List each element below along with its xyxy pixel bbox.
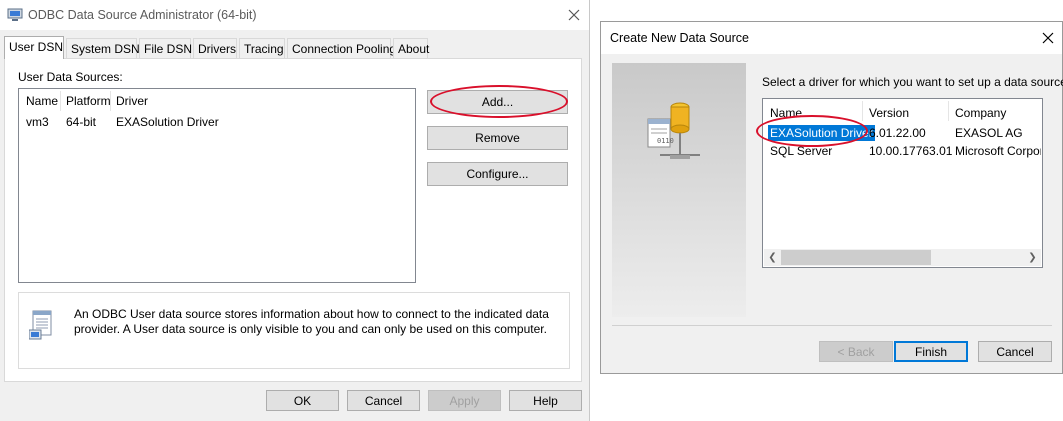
row-version: 10.00.17763.01 [869,144,953,158]
column-header-version[interactable]: Version [869,106,909,120]
close-icon[interactable] [1040,30,1056,46]
column-divider[interactable] [948,101,949,121]
column-header-name[interactable]: Name [770,106,802,120]
tab-drivers[interactable]: Drivers [193,38,237,58]
odbc-titlebar: ODBC Data Source Administrator (64-bit) [0,0,589,30]
list-item[interactable]: SQL Server 10.00.17763.01 Microsoft Corp… [764,143,1043,160]
data-source-icon [28,310,55,343]
finish-button-label: Finish [914,344,947,359]
create-titlebar: Create New Data Source [601,22,1062,54]
close-icon[interactable] [566,7,582,23]
column-divider[interactable] [60,91,61,111]
column-header-company[interactable]: Company [955,106,1006,120]
configure-button-label: Configure... [466,167,529,181]
driver-list[interactable]: Name Version Company EXASolution Driver … [762,98,1043,268]
scrollbar-thumb[interactable] [781,250,931,265]
list-item[interactable]: vm3 64-bit EXASolution Driver [20,114,414,131]
select-driver-prompt: Select a driver for which you want to se… [762,75,1063,89]
odbc-administrator-window: ODBC Data Source Administrator (64-bit) … [0,0,590,421]
tab-file-dsn[interactable]: File DSN [139,38,193,58]
info-text: An ODBC User data source stores informat… [74,307,549,336]
database-wizard-icon: 0110 [646,99,702,166]
row-version: 6.01.22.00 [869,126,926,140]
list-item[interactable]: EXASolution Driver 6.01.22.00 EXASOL AG [764,125,1043,142]
svg-text:0110: 0110 [657,137,674,145]
info-box: An ODBC User data source stores informat… [18,292,570,369]
row-company: EXASOL AG [955,126,1023,140]
apply-button-label: Apply [449,393,480,408]
tab-about[interactable]: About [393,38,430,58]
user-data-sources-label: User Data Sources: [18,70,123,84]
horizontal-scrollbar[interactable]: ❮ ❯ [764,249,1041,266]
tab-system-dsn[interactable]: System DSN [66,38,140,58]
odbc-window-title: ODBC Data Source Administrator (64-bit) [28,8,257,22]
row-platform: 64-bit [66,115,97,129]
separator [612,325,1052,326]
add-button-label: Add... [481,95,514,109]
cancel-button-label: Cancel [364,393,403,408]
create-window-title: Create New Data Source [610,31,749,45]
column-header-platform[interactable]: Platform [66,94,111,108]
help-button-label: Help [533,393,558,408]
back-button[interactable]: < Back [819,341,893,362]
configure-button[interactable]: Configure... [427,162,568,186]
column-header-driver[interactable]: Driver [116,94,148,108]
scroll-right-icon[interactable]: ❯ [1025,250,1040,265]
help-button[interactable]: Help [509,390,582,411]
tab-tracing[interactable]: Tracing [239,38,285,58]
add-button[interactable]: Add... [427,90,568,114]
tab-label: File DSN [144,42,193,56]
remove-button[interactable]: Remove [427,126,568,150]
create-new-data-source-window: Create New Data Source 0110 Select a dri… [600,21,1063,374]
wizard-side-panel: 0110 [612,63,746,317]
user-data-sources-list[interactable]: Name Platform Driver vm3 64-bit EXASolut… [18,88,416,283]
user-dsn-panel: User Data Sources: Name Platform Driver … [4,58,582,382]
ok-button[interactable]: OK [266,390,339,411]
cancel-button[interactable]: Cancel [978,341,1052,362]
row-name: SQL Server [770,144,833,158]
tab-label: About [398,42,430,56]
column-divider[interactable] [110,91,111,111]
tab-label: Connection Pooling [292,42,397,56]
row-name: vm3 [26,115,49,129]
finish-button[interactable]: Finish [894,341,968,362]
tab-label: User DSN [9,40,64,54]
scroll-left-icon[interactable]: ❮ [765,250,780,265]
back-button-label: < Back [837,344,875,359]
remove-button-label: Remove [475,131,520,145]
ok-button-label: OK [293,393,312,408]
tab-label: Tracing [244,42,284,56]
column-header-name[interactable]: Name [26,94,58,108]
cancel-button-label: Cancel [996,344,1034,359]
tab-label: Drivers [198,42,236,56]
apply-button[interactable]: Apply [428,390,501,411]
row-name: EXASolution Driver [768,125,875,141]
row-driver: EXASolution Driver [116,115,219,129]
cancel-button[interactable]: Cancel [347,390,420,411]
row-company: Microsoft Corporat [955,144,1041,158]
tab-connection-pooling[interactable]: Connection Pooling [287,38,396,58]
tab-label: System DSN [71,42,140,56]
tab-user-dsn[interactable]: User DSN [4,36,64,59]
odbc-app-icon [7,8,23,25]
column-divider[interactable] [862,101,863,121]
